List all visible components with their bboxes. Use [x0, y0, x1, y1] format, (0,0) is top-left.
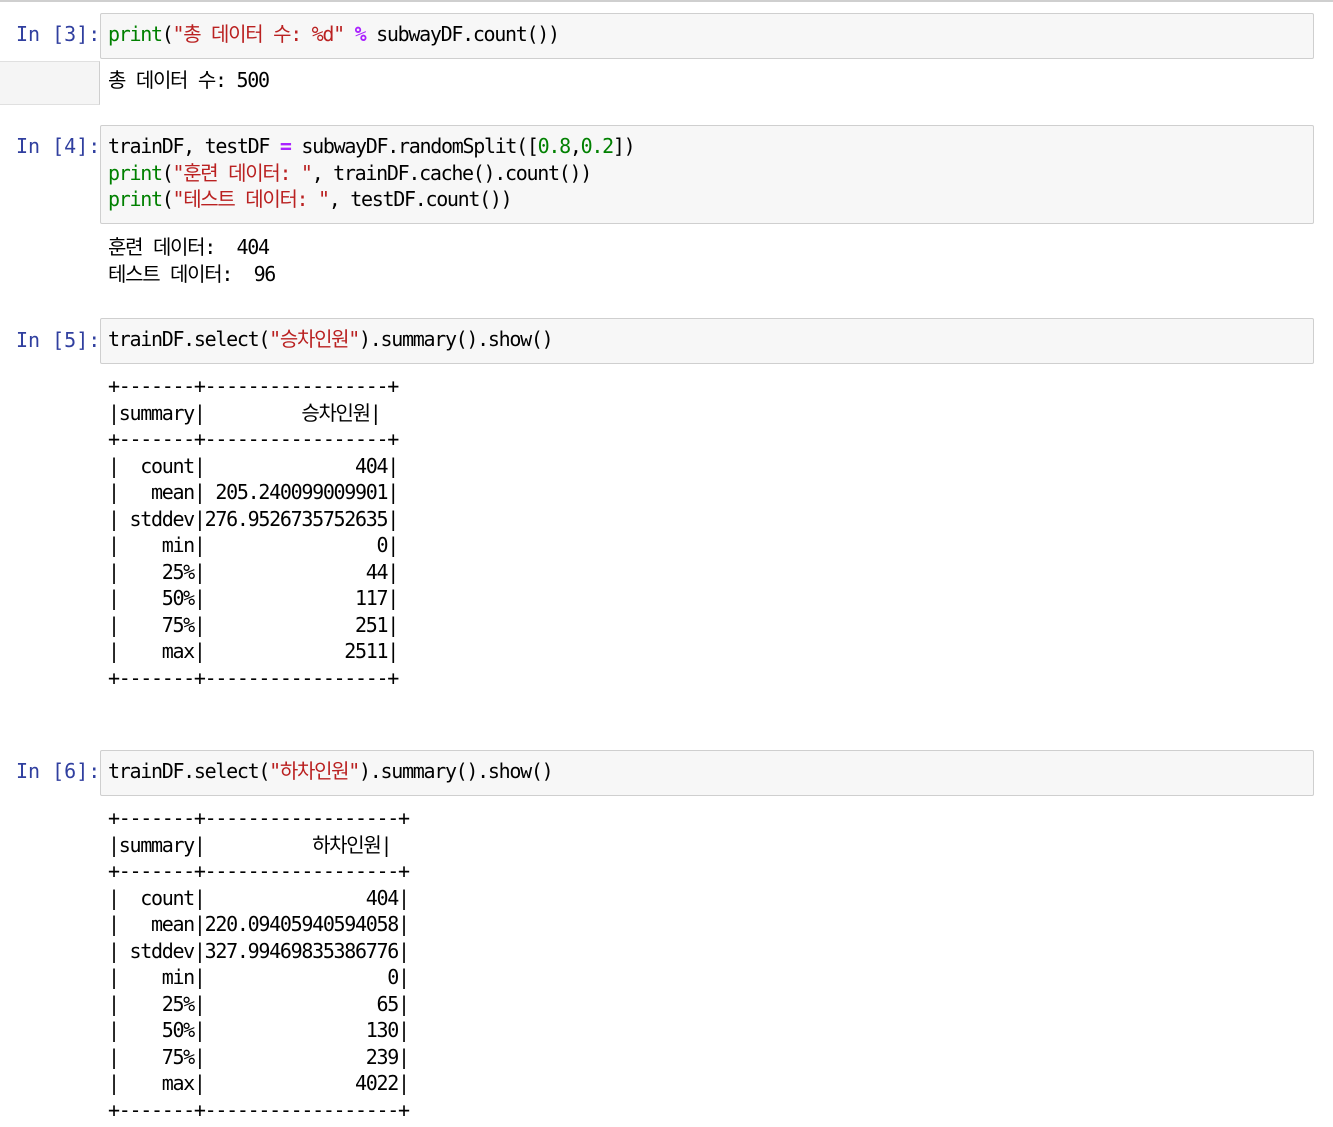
cell-prompt: In [4]: — [16, 134, 101, 158]
output-line: |summary| 하차인원| — [108, 832, 393, 857]
output-line: | mean|220.09405940594058| — [108, 912, 410, 936]
output-line: +-------+-----------------+ — [108, 665, 399, 690]
output-line: +-------+------------------+ — [108, 859, 410, 883]
code-token: 0.2 — [580, 134, 615, 158]
output-line: +-------+-----------------+ — [108, 374, 399, 398]
output-line: | 50%| 130| — [108, 1018, 410, 1042]
cell-prompt: In [6]: — [16, 759, 101, 783]
code-line[interactable]: print("총 데이터 수: %d" % subwayDF.count()) — [108, 21, 1313, 48]
code-token: ( — [161, 22, 174, 46]
code-token: trainDF, testDF — [108, 134, 280, 158]
notebook-top-border — [0, 0, 1333, 4]
cell-output: 훈련 데이터: 404 테스트 데이터: 96 — [108, 234, 276, 287]
cell-output: 총 데이터 수: 500 — [108, 67, 270, 94]
output-line: +-------+-----------------+ — [108, 427, 399, 451]
output-line: | count| 404| — [108, 885, 410, 910]
output-line: 훈련 데이터: 404 — [108, 235, 270, 259]
output-line: | min| 0| — [108, 533, 399, 557]
code-line[interactable]: trainDF.select("승차인원").summary().show() — [108, 326, 1313, 353]
output-line: +-------+------------------+ — [108, 806, 410, 830]
code-line[interactable]: trainDF.select("하차인원").summary().show() — [108, 758, 1313, 785]
code-token: % — [354, 22, 367, 46]
output-line: | max| 4022| — [108, 1071, 410, 1095]
code-token: subwayDF.randomSplit([ — [290, 134, 539, 158]
output-line: | count| 404| — [108, 453, 399, 478]
code-token: "훈련 데이터: " — [172, 160, 313, 185]
output-gutter — [0, 61, 100, 105]
code-token: "하차인원" — [269, 759, 360, 783]
code-token: print — [108, 160, 163, 185]
code-token: ).summary().show() — [359, 759, 554, 783]
code-token: ).summary().show() — [359, 327, 554, 351]
code-token: trainDF.select( — [108, 759, 270, 783]
output-line: | 75%| 251| — [108, 612, 399, 637]
output-line: | max| 2511| — [108, 639, 399, 663]
code-token: print — [108, 22, 163, 46]
summary-table-output: +-------+------------------+ |summary| 하차… — [108, 805, 410, 1123]
output-line: +-------+------------------+ — [108, 1097, 410, 1122]
cell-prompt: In [5]: — [16, 328, 101, 352]
output-line: | 25%| 44| — [108, 559, 399, 584]
code-token: ]) — [612, 134, 636, 158]
code-token: = — [279, 134, 292, 158]
code-token: trainDF.select( — [108, 327, 270, 351]
code-token: print — [108, 187, 163, 211]
code-input[interactable]: trainDF.select("하차인원").summary().show() — [100, 750, 1314, 796]
output-line: |summary| 승차인원| — [108, 400, 382, 425]
code-token: 0.8 — [537, 134, 572, 158]
output-line: 총 데이터 수: 500 — [108, 68, 270, 92]
output-line: | stddev|327.99469835386776| — [108, 938, 410, 963]
code-token: subwayDF.count()) — [365, 22, 560, 46]
code-input[interactable]: trainDF.select("승차인원").summary().show() — [100, 318, 1314, 364]
output-line: | 50%| 117| — [108, 586, 399, 610]
code-line[interactable]: print("훈련 데이터: ", trainDF.cache().count(… — [108, 160, 1313, 187]
code-token: ( — [161, 160, 174, 185]
code-token: , testDF.count()) — [328, 187, 513, 211]
code-token: ( — [161, 187, 174, 211]
code-input[interactable]: trainDF, testDF = subwayDF.randomSplit([… — [100, 125, 1314, 224]
output-line: | 75%| 239| — [108, 1044, 410, 1069]
code-token: "승차인원" — [269, 327, 360, 351]
code-input[interactable]: print("총 데이터 수: %d" % subwayDF.count()) — [100, 13, 1314, 59]
code-token: "총 데이터 수: %d" — [172, 22, 345, 46]
cell-prompt: In [3]: — [16, 22, 101, 46]
code-token: , trainDF.cache().count()) — [311, 160, 593, 185]
output-line: | 25%| 65| — [108, 991, 410, 1016]
code-token: , — [569, 134, 582, 158]
code-line[interactable]: trainDF, testDF = subwayDF.randomSplit([… — [108, 133, 1313, 160]
summary-table-output: +-------+-----------------+ |summary| 승차인… — [108, 373, 399, 691]
code-line[interactable]: print("테스트 데이터: ", testDF.count()) — [108, 186, 1313, 213]
code-token: "테스트 데이터: " — [172, 187, 330, 211]
output-line: | stddev|276.9526735752635| — [108, 506, 399, 531]
output-line: | mean| 205.240099009901| — [108, 480, 399, 504]
output-line: 테스트 데이터: 96 — [108, 261, 276, 286]
output-line: | min| 0| — [108, 965, 410, 989]
